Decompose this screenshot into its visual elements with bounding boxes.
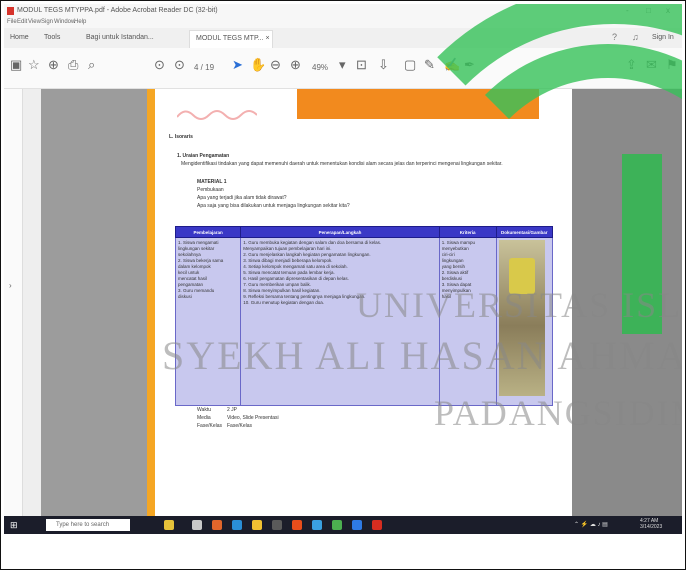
page-down-icon[interactable]: ⊙ [174, 58, 185, 72]
zoom-level[interactable]: 49% [312, 61, 328, 75]
cortana-icon[interactable] [164, 520, 174, 530]
menu-view[interactable]: View [28, 19, 41, 25]
menu-edit[interactable]: Edit [17, 19, 27, 25]
bookmark-star-icon[interactable]: ☆ [28, 58, 40, 72]
windows-start-icon[interactable]: ⊞ [10, 520, 20, 530]
edge-icon[interactable] [232, 520, 242, 530]
print-icon[interactable]: ⎙ [68, 58, 78, 72]
store-icon[interactable] [272, 520, 282, 530]
meta-label: Fase/Kelas [197, 423, 223, 429]
menu-file[interactable]: File [7, 19, 17, 25]
decorative-squiggle [177, 110, 257, 120]
cell-text: mencatat hasil [178, 276, 208, 281]
page-orange-stripe [147, 89, 155, 516]
watermark-line-2: SYEKH ALI HASAN AHMAD [162, 333, 682, 378]
zoom-dropdown-icon[interactable]: ▾ [339, 58, 346, 72]
upload-icon[interactable]: ⊕ [48, 58, 59, 72]
tray-icons[interactable]: ⌃ ⚡ ☁ ♪ ▤ [574, 521, 608, 528]
task-view-icon[interactable] [192, 520, 202, 530]
word-icon[interactable] [352, 520, 362, 530]
cell-text: sekolahnya [178, 252, 201, 257]
expand-pane-icon[interactable]: › [9, 281, 12, 290]
scroll-mode-icon[interactable]: ⇩ [378, 58, 389, 72]
fit-page-icon[interactable]: ⊡ [356, 58, 367, 72]
page-background-left [41, 89, 147, 516]
menu-help[interactable]: Help [74, 19, 86, 25]
meta-label: Waktu [197, 407, 211, 413]
firefox-icon[interactable] [292, 520, 302, 530]
app-icon[interactable] [312, 520, 322, 530]
cell-text: 1. Siswa mengamati [178, 240, 219, 245]
system-clock[interactable]: 4:27 AM 3/14/2023 [640, 518, 662, 530]
zoom-out-icon[interactable]: ⊖ [270, 58, 281, 72]
windows-taskbar: ⊞ Type here to search ⌃ ⚡ ☁ ♪ ▤ 4:27 AM … [4, 516, 682, 534]
material-subtitle: Pembukaan [197, 187, 224, 193]
left-nav-pane[interactable]: › [4, 89, 23, 516]
menu-window[interactable]: Window [54, 19, 75, 25]
cell-text: lingkungan sekitar [178, 246, 215, 251]
chrome-icon[interactable] [212, 520, 222, 530]
tab-home[interactable]: Home [10, 34, 29, 41]
tab-tools[interactable]: Tools [44, 34, 60, 41]
chrome-alt-icon[interactable] [332, 520, 342, 530]
zoom-in-icon[interactable]: ⊕ [290, 58, 301, 72]
question-2: Apa saja yang bisa dilakukan untuk menja… [197, 203, 350, 209]
question-1: Apa yang terjadi jika alam tidak dirawat… [197, 195, 287, 201]
taskbar-search[interactable]: Type here to search [46, 519, 130, 531]
meta-label: Media [197, 415, 211, 421]
watermark-line-3: PADANGSIDIMPUAN [434, 393, 682, 433]
screenshot: MODUL TEGS MTYPPA.pdf - Adobe Acrobat Re… [4, 4, 682, 534]
section-heading: L. Isoraris [169, 134, 193, 140]
select-cursor-icon[interactable]: ➤ [232, 58, 243, 72]
acrobat-taskbar-icon[interactable] [372, 520, 382, 530]
menu-sign[interactable]: Sign [41, 19, 53, 25]
cell-text: dalam kelompok [178, 264, 211, 269]
page-up-icon[interactable]: ⊙ [154, 58, 165, 72]
cell-text: diskusi [178, 294, 192, 299]
subheading: 1. Uraian Pengamatan [177, 153, 230, 159]
table-cell: 1. Siswa mengamati lingkungan sekitar se… [174, 237, 242, 406]
cell-text: pengamatan [178, 282, 204, 287]
hand-tool-icon[interactable]: ✋ [250, 58, 266, 72]
comment-icon[interactable]: ▢ [404, 58, 416, 72]
search-icon[interactable]: ⌕ [88, 58, 95, 72]
table-header: Pembelajaran [174, 226, 242, 238]
window-title: MODUL TEGS MTYPPA.pdf - Adobe Acrobat Re… [17, 7, 218, 14]
search-placeholder: Type here to search [56, 522, 110, 528]
clock-date: 3/14/2023 [640, 524, 663, 530]
cell-text: 3. Guru memandu [178, 288, 215, 293]
material-title: MATERIAL 1 [197, 179, 227, 185]
meta-value: Fase/Kelas [227, 423, 253, 429]
file-explorer-icon[interactable] [252, 520, 262, 530]
acrobat-icon [7, 7, 14, 15]
watermark-line-1: UNIVERSITAS ISLAM NEGERI [356, 285, 682, 325]
cell-text: 2. Siswa bekerja sama [178, 258, 224, 263]
tab-nav[interactable]: Bagi untuk Istandan... [86, 34, 154, 41]
page-number[interactable]: 4 / 19 [194, 61, 214, 75]
meta-value: Video, Slide Presentasi [227, 415, 279, 421]
meta-value: 2 JP [227, 407, 238, 413]
save-icon[interactable]: ▣ [10, 58, 22, 72]
tab-document-label: MODUL TEGS MTP... × [196, 35, 270, 42]
cell-text: kecil untuk [178, 270, 200, 275]
tab-document[interactable]: MODUL TEGS MTP... × [189, 30, 273, 49]
